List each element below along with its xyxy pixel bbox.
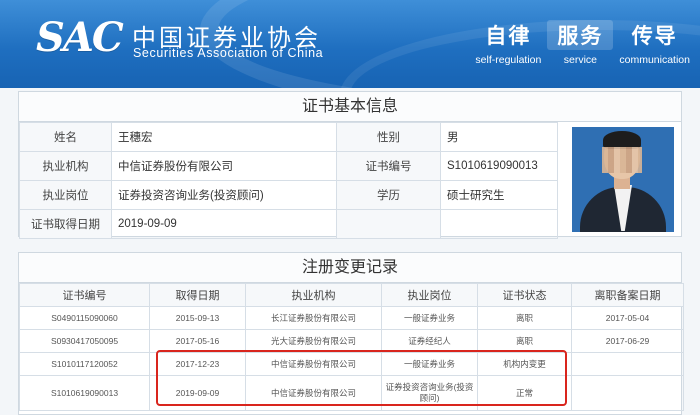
label-gender: 性别 xyxy=(336,122,441,152)
value-institution: 中信证券股份有限公司 xyxy=(111,151,337,181)
info-row: 证书取得日期 2019-09-09 xyxy=(19,209,558,239)
col-header: 证书状态 xyxy=(477,283,572,307)
cell xyxy=(571,375,684,411)
cell: S0930417050095 xyxy=(19,329,150,353)
label-education: 学历 xyxy=(336,180,441,210)
table-row: S0490115090060 2015-09-13 长江证券股份有限公司 一般证… xyxy=(19,306,684,330)
label-position: 执业岗位 xyxy=(19,180,112,210)
panel-title: 证书基本信息 xyxy=(19,92,681,122)
motto-cn: 服务 xyxy=(547,20,614,50)
info-row: 执业机构 中信证券股份有限公司 证书编号 S1010619090013 xyxy=(19,151,558,181)
col-header: 证书编号 xyxy=(19,283,150,307)
motto-self-regulation: 自律 self-regulation xyxy=(475,20,541,66)
red-highlight-box xyxy=(156,350,567,406)
motto-group: 自律 self-regulation 服务 service 传导 communi… xyxy=(475,20,690,66)
cell: 离职 xyxy=(477,306,572,330)
label-cert-number: 证书编号 xyxy=(336,151,441,181)
cell: 长江证券股份有限公司 xyxy=(245,306,382,330)
info-row: 执业岗位 证券投资咨询业务(投资顾问) 学历 硕士研究生 xyxy=(19,180,558,210)
value-education: 硕士研究生 xyxy=(440,180,558,210)
label-name: 姓名 xyxy=(19,122,112,152)
cell: 一般证券业务 xyxy=(381,306,478,330)
cell xyxy=(571,352,684,376)
col-header: 离职备案日期 xyxy=(571,283,684,307)
site-banner: SAC 中国证券业协会 Securities Association of Ch… xyxy=(0,0,700,88)
portrait-photo xyxy=(572,127,674,232)
photo-mosaic-blur xyxy=(602,147,642,173)
motto-en: communication xyxy=(619,54,690,66)
certificate-info-panel: 证书基本信息 姓名 王穗宏 性别 男 执业机构 中信证券股份有限公司 证书编号 … xyxy=(18,91,683,239)
empty-cell xyxy=(440,209,558,239)
col-header: 取得日期 xyxy=(149,283,246,307)
cell: 2017-05-04 xyxy=(571,306,684,330)
value-cert-date: 2019-09-09 xyxy=(111,209,337,239)
value-gender: 男 xyxy=(440,122,558,152)
cell: S0490115090060 xyxy=(19,306,150,330)
motto-en: service xyxy=(563,54,597,66)
photo-cell xyxy=(557,122,683,237)
org-name-en: Securities Association of China xyxy=(133,46,324,60)
records-header-row: 证书编号 取得日期 执业机构 执业岗位 证书状态 离职备案日期 xyxy=(19,283,684,307)
cell: 2015-09-13 xyxy=(149,306,246,330)
label-institution: 执业机构 xyxy=(19,151,112,181)
motto-communication: 传导 communication xyxy=(619,20,690,66)
motto-service: 服务 service xyxy=(547,20,614,66)
certificate-info-table: 姓名 王穗宏 性别 男 执业机构 中信证券股份有限公司 证书编号 S101061… xyxy=(19,122,558,239)
motto-en: self-regulation xyxy=(475,54,542,66)
cell: 2017-06-29 xyxy=(571,329,684,353)
info-row: 姓名 王穗宏 性别 男 xyxy=(19,122,558,152)
panel-title: 注册变更记录 xyxy=(19,253,681,283)
empty-cell xyxy=(336,209,441,239)
sac-logo[interactable]: SAC xyxy=(36,14,124,61)
cell: S1010619090013 xyxy=(19,375,150,411)
motto-cn: 传导 xyxy=(631,25,678,48)
value-cert-number: S1010619090013 xyxy=(440,151,558,181)
col-header: 执业岗位 xyxy=(381,283,478,307)
motto-cn: 自律 xyxy=(485,25,532,48)
value-position: 证券投资咨询业务(投资顾问) xyxy=(111,180,337,210)
value-name: 王穗宏 xyxy=(111,122,337,152)
col-header: 执业机构 xyxy=(245,283,382,307)
label-cert-date: 证书取得日期 xyxy=(19,209,112,239)
cell: S1010117120052 xyxy=(19,352,150,376)
